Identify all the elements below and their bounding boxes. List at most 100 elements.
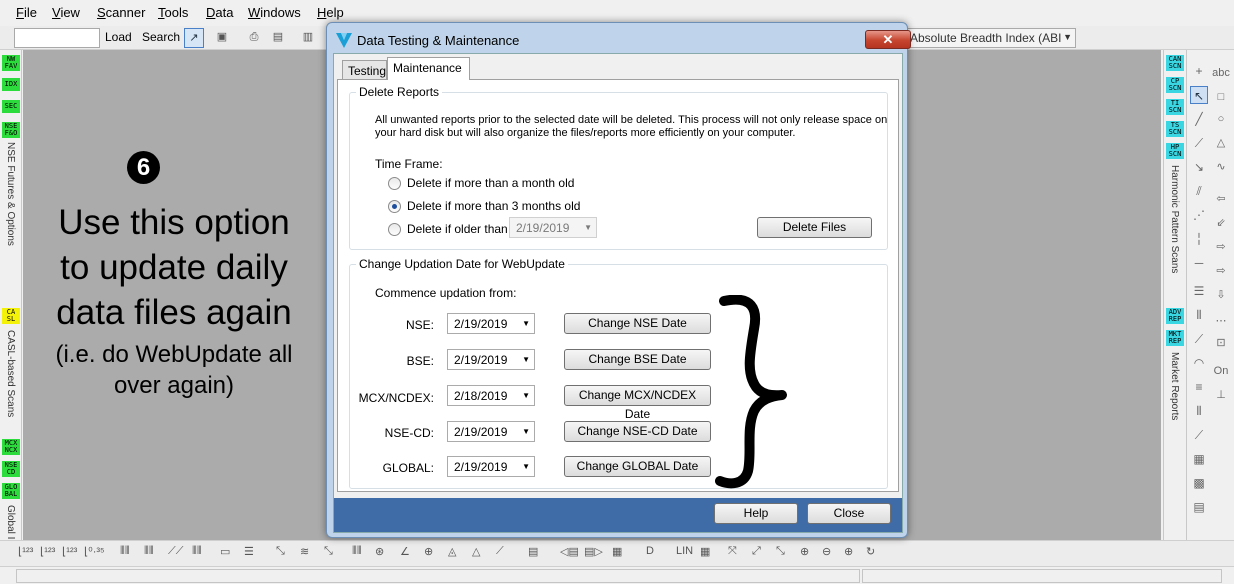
trendline-icon[interactable]: ╱ [1190, 110, 1208, 128]
arrow-right-icon[interactable]: ⇨ [1212, 238, 1230, 256]
preview-icon[interactable]: ▤ [268, 28, 288, 48]
pointer-icon[interactable]: ↖ [1190, 86, 1208, 104]
radio-3-months-old[interactable] [388, 200, 401, 213]
change-nse-cd-date-button[interactable]: Change NSE-CD Date [564, 421, 711, 442]
zoom-plus-icon[interactable]: ⊕ [844, 545, 853, 563]
pattern-icon[interactable]: ⋯ [1212, 312, 1230, 330]
zoom-in-icon[interactable]: ⊕ [800, 545, 809, 563]
menu-scanner[interactable]: Scanner [97, 5, 145, 20]
change-global-date-button[interactable]: Change GLOBAL Date [564, 456, 711, 477]
tick-icon[interactable]: ≋ [300, 545, 309, 563]
volume-icon[interactable]: ▭ [220, 545, 230, 563]
change-nse-date-button[interactable]: Change NSE Date [564, 313, 711, 334]
area-chart-icon[interactable]: ⦀⦀ [192, 545, 202, 563]
change-mcx-ncdex-date-button[interactable]: Change MCX/NCDEX Date [564, 385, 711, 421]
casl-chip[interactable]: CA SL [2, 308, 20, 324]
lock-icon[interactable]: ⊡ [1212, 334, 1230, 352]
abc-pattern-icon[interactable]: ⟋ [496, 545, 504, 563]
vertical-line-icon[interactable]: ╎ [1190, 230, 1208, 248]
help-button[interactable]: Help [714, 503, 798, 524]
menu-windows[interactable]: Windows [248, 5, 301, 20]
change-bse-date-button[interactable]: Change BSE Date [564, 349, 711, 370]
mkt-rep-chip[interactable]: MKT REP [1166, 330, 1184, 346]
extended-line-icon[interactable]: ⟋ [1190, 134, 1208, 152]
rectangle-icon[interactable]: □ [1212, 88, 1230, 106]
global-chip[interactable]: GLO BAL [2, 483, 20, 499]
d-icon[interactable]: D [646, 545, 654, 563]
retracement-icon[interactable]: ≡ [1190, 378, 1208, 396]
dialog-titlebar[interactable]: Data Testing & Maintenance ✕ [335, 29, 911, 51]
channel-icon[interactable]: ⫽ [1190, 182, 1208, 200]
print-icon[interactable]: ⎙ [244, 28, 264, 48]
menu-data[interactable]: Data [206, 5, 233, 20]
tab-maintenance[interactable]: Maintenance [387, 57, 470, 80]
market-reports-label[interactable]: Market Reports [1169, 352, 1180, 420]
global-date-picker[interactable]: 2/19/2019 ▼ [447, 456, 535, 477]
text-tool-icon[interactable]: abc [1212, 64, 1230, 82]
bse-date-picker[interactable]: 2/19/2019 ▼ [447, 349, 535, 370]
zoom-fit-icon[interactable]: ⤡ [276, 545, 285, 563]
harmonic-scans-label[interactable]: Harmonic Pattern Scans [1169, 165, 1180, 273]
zoom-region-icon[interactable]: ⊕ [424, 545, 433, 563]
report-icon[interactable]: ▤ [528, 545, 538, 563]
grid-icon[interactable]: ▦ [1190, 450, 1208, 468]
triangle-tool-icon[interactable]: ◬ [448, 545, 456, 563]
bar-chart-icon[interactable]: ⦀⦀ [120, 545, 130, 563]
ts-scn-chip[interactable]: TS SCN [1166, 121, 1184, 137]
tab-testing[interactable]: Testing [342, 60, 387, 80]
nse-futures-label[interactable]: NSE Futures & Options [5, 142, 16, 246]
scale-icon[interactable]: ⌊¹²³ [18, 545, 33, 563]
new-fav-chip[interactable]: NW FAV [2, 55, 20, 71]
idx-chip[interactable]: IDX [2, 78, 20, 91]
bars-icon[interactable]: ⦀ [1190, 402, 1208, 420]
horizontal-lines-icon[interactable]: ☰ [1190, 282, 1208, 300]
nse-cd-date-picker[interactable]: 2/19/2019 ▼ [447, 421, 535, 442]
nse-date-picker[interactable]: 2/19/2019 ▼ [447, 313, 535, 334]
zoom-minus-icon[interactable]: ⊖ [822, 545, 831, 563]
close-button[interactable]: Close [807, 503, 891, 524]
menu-help[interactable]: Help [317, 5, 344, 20]
prev-report-icon[interactable]: ◁▤ [560, 545, 579, 563]
line-chart-icon[interactable]: ⟋⟋ [168, 545, 183, 563]
ew-wave-icon[interactable]: ∿ [1212, 158, 1230, 176]
triangle-icon[interactable]: △ [1212, 134, 1230, 152]
adv-rep-chip[interactable]: ADV REP [1166, 308, 1184, 324]
menu-file[interactable]: File [16, 5, 37, 20]
arrow-right-alt-icon[interactable]: ⇨ [1212, 262, 1230, 280]
crosshair-icon[interactable]: + [1190, 62, 1208, 80]
search-button[interactable]: Search [142, 30, 180, 44]
arrow-left-down-icon[interactable]: ⇙ [1212, 214, 1230, 232]
magnet-icon[interactable]: ⊥ [1212, 386, 1230, 404]
arrow-left-icon[interactable]: ⇦ [1212, 190, 1230, 208]
menu-view[interactable]: View [52, 5, 80, 20]
dialog-close-button[interactable]: ✕ [865, 30, 911, 49]
abc-wave-icon[interactable]: △ [472, 545, 480, 563]
nse-cd-chip[interactable]: NSE CD [2, 461, 20, 477]
compress-icon[interactable]: ⤡ [324, 545, 333, 563]
nse-fo-chip[interactable]: NSE F&O [2, 122, 20, 138]
can-scn-chip[interactable]: CAN SCN [1166, 55, 1184, 71]
casl-scans-label[interactable]: CASL-based Scans [5, 330, 16, 417]
radio-month-old[interactable] [388, 177, 401, 190]
sl-channel-icon[interactable]: ⋰ [1190, 206, 1208, 224]
radio-month-old-label[interactable]: Delete if more than a month old [407, 176, 574, 190]
data-window-icon[interactable]: ▦ [612, 545, 622, 563]
toggle-on-label[interactable]: On [1212, 362, 1230, 380]
arc-icon[interactable]: ◠ [1190, 354, 1208, 372]
expand-icon[interactable]: ⤢ [752, 545, 761, 563]
symbol-input[interactable] [14, 28, 100, 48]
hp-scn-chip[interactable]: HP SCN [1166, 143, 1184, 159]
radio-3-months-old-label[interactable]: Delete if more than 3 months old [407, 199, 580, 213]
scale-alt-icon[interactable]: ⌊¹²³ [40, 545, 55, 563]
fan-icon[interactable]: ⟋ [1190, 330, 1208, 348]
grid-toggle-icon[interactable]: ▦ [700, 545, 710, 563]
dw-icon[interactable]: ▥ [298, 28, 318, 48]
percent-scale-icon[interactable]: ⌊⁰·³⁵ [84, 545, 105, 563]
ellipse-icon[interactable]: ○ [1212, 110, 1230, 128]
mcx-ncdex-date-picker[interactable]: 2/18/2019 ▼ [447, 385, 535, 406]
cp-scn-chip[interactable]: CP SCN [1166, 77, 1184, 93]
candle-chart-icon[interactable]: ⦀⦀ [144, 545, 154, 563]
global-label[interactable]: Global I [5, 505, 16, 539]
ti-scn-chip[interactable]: TI SCN [1166, 99, 1184, 115]
fit-screen-icon[interactable]: ⤧ [728, 545, 737, 563]
